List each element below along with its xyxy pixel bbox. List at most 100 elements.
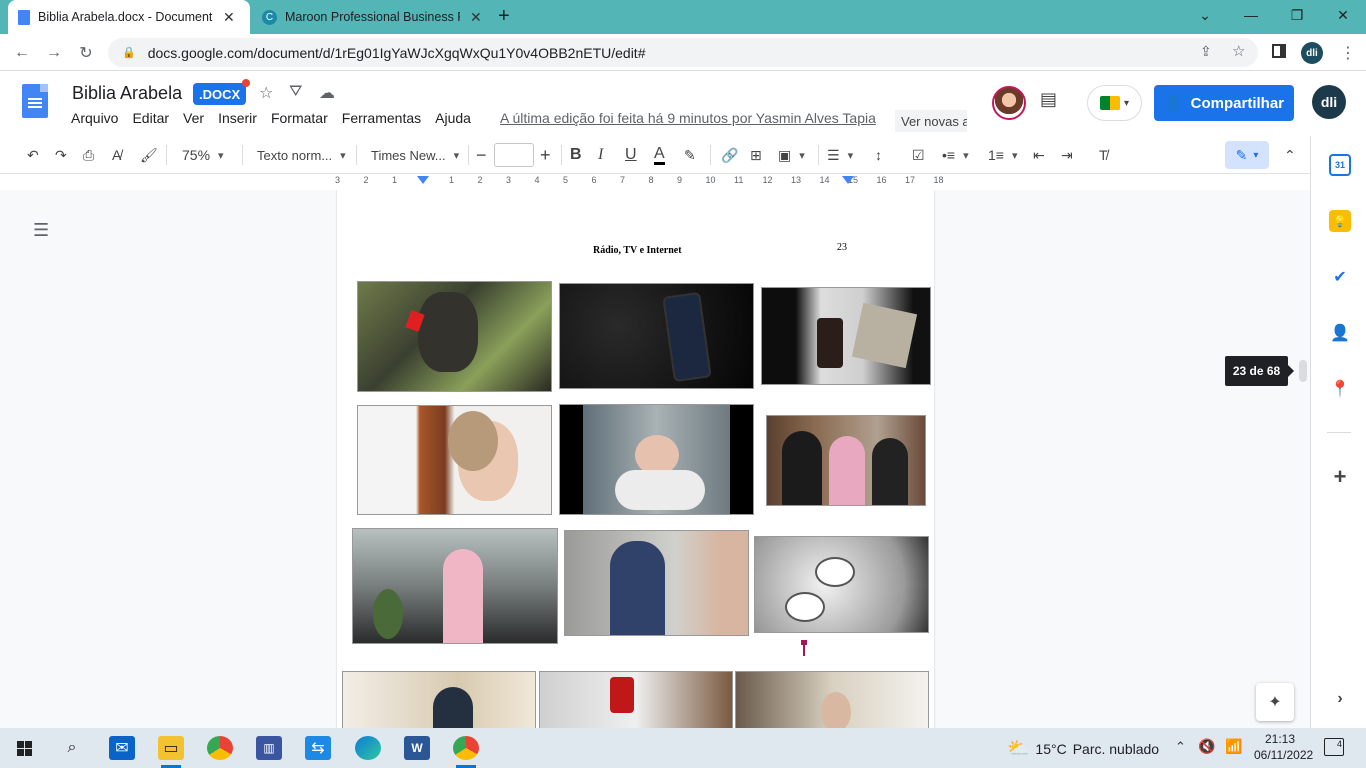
move-to-drive-icon[interactable]: ⛛ xyxy=(289,83,302,101)
last-edit-link[interactable]: A última edição foi feita há 9 minutos p… xyxy=(500,110,876,126)
photo-kitchen-woman[interactable] xyxy=(342,671,536,728)
weather-widget[interactable]: ⛅ 15°C Parc. nublado xyxy=(1007,738,1159,759)
see-new-changes-button[interactable]: Ver novas alterações xyxy=(895,110,967,132)
cloud-status-icon[interactable]: ☁ xyxy=(319,83,335,103)
volume-muted-icon[interactable]: 🔇 xyxy=(1198,738,1215,755)
checklist-icon[interactable]: ☑ xyxy=(912,145,925,165)
window-close-icon[interactable]: ✕ xyxy=(1320,0,1366,30)
side-panel-icon[interactable] xyxy=(1272,44,1286,58)
document-title[interactable]: Biblia Arabela xyxy=(72,83,182,104)
menu-editar[interactable]: Editar xyxy=(132,110,169,126)
profile-avatar[interactable]: dli xyxy=(1301,42,1323,64)
photo-woman-makeup[interactable] xyxy=(357,405,552,515)
show-hidden-icons-icon[interactable]: ⌃ xyxy=(1175,739,1186,755)
font-family-select[interactable]: Times New... xyxy=(371,145,459,165)
tab-biblia-arabela[interactable]: Biblia Arabela.docx - Documento ✕ xyxy=(8,0,250,34)
menu-ver[interactable]: Ver xyxy=(183,110,204,126)
spellcheck-icon[interactable]: A̸ xyxy=(112,145,121,165)
explore-icon[interactable]: ✦ xyxy=(1256,683,1294,721)
chrome-profile-icon[interactable] xyxy=(453,736,479,768)
right-indent-marker[interactable] xyxy=(842,176,854,184)
tasks-icon[interactable]: ✔ xyxy=(1329,266,1351,288)
highlight-icon[interactable]: ✎ xyxy=(684,145,696,165)
maps-icon[interactable]: 📍 xyxy=(1329,378,1351,400)
tab-maroon-business[interactable]: C Maroon Professional Business Pa ✕ xyxy=(252,0,494,34)
photo-man-phone-car[interactable] xyxy=(357,281,552,392)
paint-format-icon[interactable]: 🖌 xyxy=(140,145,158,165)
chrome-icon[interactable] xyxy=(207,736,233,760)
contacts-icon[interactable]: 👤 xyxy=(1329,322,1351,344)
collapse-menus-icon[interactable]: ⌃ xyxy=(1284,145,1296,165)
notification-center-icon[interactable]: 4 xyxy=(1324,738,1344,756)
new-tab-button[interactable]: + xyxy=(498,5,520,29)
insert-link-icon[interactable]: 🔗 xyxy=(721,145,738,165)
photo-woman-interview[interactable] xyxy=(352,528,558,644)
photo-man-blue-shirt[interactable] xyxy=(564,530,749,636)
system-clock[interactable]: 21:13 06/11/2022 xyxy=(1254,731,1313,763)
increase-font-size-icon[interactable]: + xyxy=(540,145,551,165)
photo-coffee-cups[interactable] xyxy=(754,536,929,633)
edge-icon[interactable] xyxy=(355,736,381,760)
tab-search-icon[interactable]: ⌄ xyxy=(1182,0,1228,30)
mail-icon[interactable]: ✉ xyxy=(109,736,135,760)
redo-icon[interactable]: ↷ xyxy=(55,145,67,165)
collaborator-avatar[interactable] xyxy=(992,86,1026,120)
decrease-indent-icon[interactable]: ⇤ xyxy=(1033,145,1045,165)
account-avatar[interactable]: dli xyxy=(1312,85,1346,119)
search-icon[interactable]: ⌕ xyxy=(59,736,85,760)
bookmark-star-icon[interactable]: ☆ xyxy=(1232,42,1245,60)
clear-formatting-icon[interactable]: T̸ xyxy=(1099,145,1108,165)
minimize-icon[interactable]: — xyxy=(1228,0,1274,30)
menu-arquivo[interactable]: Arquivo xyxy=(71,110,118,126)
text-color-icon[interactable]: A xyxy=(654,145,665,165)
calendar-icon[interactable]: 31 xyxy=(1329,154,1351,176)
photo-phone-screen[interactable] xyxy=(559,283,754,389)
wifi-icon[interactable]: 📶 xyxy=(1225,738,1242,755)
underline-icon[interactable]: U xyxy=(625,145,637,165)
insert-image-icon[interactable]: ▣ xyxy=(778,145,805,165)
menu-inserir[interactable]: Inserir xyxy=(218,110,257,126)
left-indent-marker[interactable] xyxy=(417,176,429,184)
document-outline-icon[interactable]: ☰ xyxy=(33,220,49,241)
menu-ferramentas[interactable]: Ferramentas xyxy=(342,110,421,126)
photo-sink-dishes[interactable] xyxy=(539,671,733,728)
comment-history-icon[interactable]: ▤ xyxy=(1040,89,1057,110)
star-icon[interactable]: ☆ xyxy=(259,83,273,103)
menu-formatar[interactable]: Formatar xyxy=(271,110,328,126)
zoom-select[interactable]: 75% xyxy=(182,145,224,165)
network-app-icon[interactable]: ▥ xyxy=(256,736,282,760)
close-icon[interactable]: ✕ xyxy=(223,9,235,26)
word-icon[interactable]: W xyxy=(404,736,430,760)
menu-kebab-icon[interactable]: ⋮ xyxy=(1340,43,1356,63)
url-input[interactable]: 🔒 docs.google.com/document/d/1rEg01IgYaW… xyxy=(108,38,1258,67)
keep-icon[interactable]: 💡 xyxy=(1329,210,1351,232)
document-page[interactable]: Rádio, TV e Internet 23 xyxy=(337,190,934,728)
paragraph-style-select[interactable]: Texto norm... xyxy=(257,145,346,165)
photo-phone-magazine[interactable] xyxy=(761,287,931,385)
reload-icon[interactable]: ↻ xyxy=(72,39,100,67)
bold-icon[interactable]: B xyxy=(570,145,582,165)
font-size-input[interactable] xyxy=(494,143,534,167)
back-icon[interactable]: ← xyxy=(8,39,36,67)
share-page-icon[interactable]: ⇪ xyxy=(1200,43,1212,60)
increase-indent-icon[interactable]: ⇥ xyxy=(1061,145,1073,165)
scrollbar-thumb[interactable] xyxy=(1299,360,1307,382)
undo-icon[interactable]: ↶ xyxy=(27,145,39,165)
chevron-right-icon[interactable]: › xyxy=(1329,688,1351,710)
windows-start-icon[interactable] xyxy=(11,736,37,760)
editing-mode-button[interactable]: ✎ ▾ xyxy=(1225,141,1269,169)
line-spacing-icon[interactable]: ↕ xyxy=(875,145,882,165)
menu-ajuda[interactable]: Ajuda xyxy=(435,110,471,126)
bulleted-list-icon[interactable]: •≡ xyxy=(942,145,969,165)
add-comment-icon[interactable]: ⊞ xyxy=(750,145,762,165)
meet-button[interactable]: ▾ xyxy=(1087,85,1142,121)
numbered-list-icon[interactable]: 1≡ xyxy=(988,145,1018,165)
print-icon[interactable]: ⎙ xyxy=(83,145,94,165)
close-icon[interactable]: ✕ xyxy=(470,9,482,26)
decrease-font-size-icon[interactable]: − xyxy=(476,145,487,165)
italic-icon[interactable]: I xyxy=(598,145,603,165)
add-addon-icon[interactable]: + xyxy=(1329,464,1351,489)
photo-old-man[interactable] xyxy=(735,671,929,728)
forward-icon[interactable]: → xyxy=(40,39,68,67)
photo-three-people[interactable] xyxy=(766,415,926,506)
